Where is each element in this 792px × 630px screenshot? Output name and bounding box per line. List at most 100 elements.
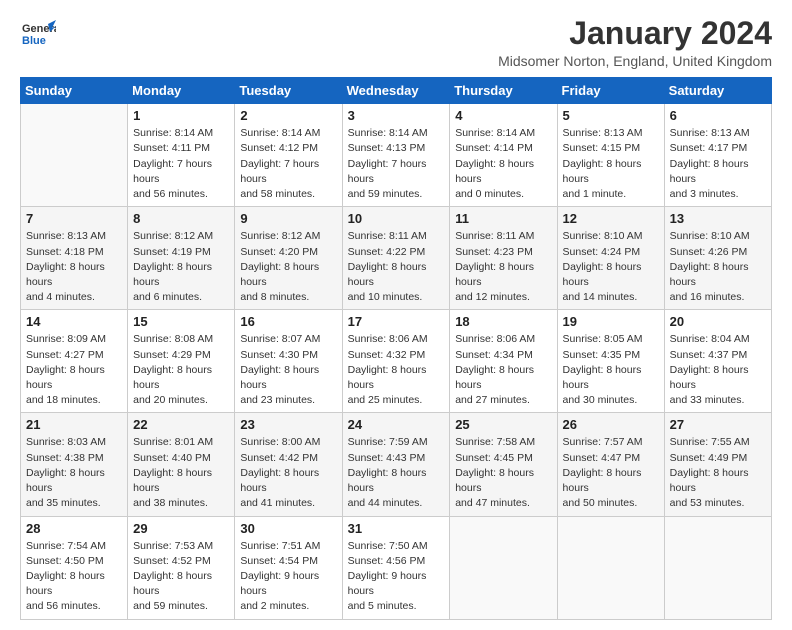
day-info: Sunrise: 8:10 AMSunset: 4:26 PMDaylight:… [670,229,766,305]
cell-w1-d2: 1 Sunrise: 8:14 AMSunset: 4:11 PMDaylight… [128,104,235,207]
day-info: Sunrise: 8:12 AMSunset: 4:19 PMDaylight:… [133,229,229,305]
day-number: 1 [133,108,229,123]
day-number: 15 [133,314,229,329]
cell-w5-d5 [450,516,557,619]
header-thursday: Thursday [450,78,557,104]
cell-w5-d2: 29Sunrise: 7:53 AMSunset: 4:52 PMDayligh… [128,516,235,619]
day-info: Sunrise: 8:05 AMSunset: 4:35 PMDaylight:… [563,332,659,408]
calendar-table: Sunday Monday Tuesday Wednesday Thursday… [20,77,772,619]
cell-w2-d4: 10Sunrise: 8:11 AMSunset: 4:22 PMDayligh… [342,207,450,310]
day-number: 11 [455,211,551,226]
cell-w3-d2: 15 Sunrise: 8:08 AMSunset: 4:29 PMDayligh… [128,310,235,413]
week-row-3: 14 Sunrise: 8:09 AMSunset: 4:27 PMDayligh… [21,310,772,413]
day-number: 9 [240,211,336,226]
day-number: 13 [670,211,766,226]
day-number: 5 [563,108,659,123]
day-number: 6 [670,108,766,123]
cell-w3-d4: 17Sunrise: 8:06 AMSunset: 4:32 PMDayligh… [342,310,450,413]
cell-w5-d1: 28 Sunrise: 7:54 AMSunset: 4:50 PMDayligh… [21,516,128,619]
day-info: Sunrise: 8:14 AMSunset: 4:11 PMDaylight:… [133,126,229,202]
cell-w5-d3: 30Sunrise: 7:51 AMSunset: 4:54 PMDayligh… [235,516,342,619]
header-wednesday: Wednesday [342,78,450,104]
cell-w1-d7: 6 Sunrise: 8:13 AMSunset: 4:17 PMDaylight… [664,104,771,207]
day-info: Sunrise: 8:09 AMSunset: 4:27 PMDaylight:… [26,332,122,408]
cell-w3-d5: 18Sunrise: 8:06 AMSunset: 4:34 PMDayligh… [450,310,557,413]
cell-w5-d6 [557,516,664,619]
cell-w5-d4: 31Sunrise: 7:50 AMSunset: 4:56 PMDayligh… [342,516,450,619]
cell-w4-d4: 24Sunrise: 7:59 AMSunset: 4:43 PMDayligh… [342,413,450,516]
day-info: Sunrise: 8:06 AMSunset: 4:34 PMDaylight:… [455,332,551,408]
calendar-header: Sunday Monday Tuesday Wednesday Thursday… [21,78,772,104]
day-info: Sunrise: 7:55 AMSunset: 4:49 PMDaylight:… [670,435,766,511]
cell-w2-d5: 11 Sunrise: 8:11 AMSunset: 4:23 PMDayligh… [450,207,557,310]
day-number: 20 [670,314,766,329]
week-row-2: 7 Sunrise: 8:13 AMSunset: 4:18 PMDaylight… [21,207,772,310]
day-info: Sunrise: 8:08 AMSunset: 4:29 PMDaylight:… [133,332,229,408]
weekday-header-row: Sunday Monday Tuesday Wednesday Thursday… [21,78,772,104]
day-number: 24 [348,417,445,432]
cell-w2-d7: 13 Sunrise: 8:10 AMSunset: 4:26 PMDayligh… [664,207,771,310]
day-number: 28 [26,521,122,536]
day-info: Sunrise: 7:50 AMSunset: 4:56 PMDaylight:… [348,539,445,615]
day-number: 14 [26,314,122,329]
day-number: 26 [563,417,659,432]
cell-w3-d1: 14 Sunrise: 8:09 AMSunset: 4:27 PMDayligh… [21,310,128,413]
week-row-4: 21Sunrise: 8:03 AMSunset: 4:38 PMDayligh… [21,413,772,516]
day-number: 12 [563,211,659,226]
cell-w1-d1 [21,104,128,207]
day-info: Sunrise: 7:54 AMSunset: 4:50 PMDaylight:… [26,539,122,615]
day-info: Sunrise: 8:12 AMSunset: 4:20 PMDaylight:… [240,229,336,305]
day-number: 25 [455,417,551,432]
day-info: Sunrise: 7:53 AMSunset: 4:52 PMDaylight:… [133,539,229,615]
header-friday: Friday [557,78,664,104]
header: General Blue January 2024 Midsomer Norto… [20,16,772,69]
day-number: 7 [26,211,122,226]
day-info: Sunrise: 8:06 AMSunset: 4:32 PMDaylight:… [348,332,445,408]
day-info: Sunrise: 8:07 AMSunset: 4:30 PMDaylight:… [240,332,336,408]
cell-w3-d7: 20Sunrise: 8:04 AMSunset: 4:37 PMDayligh… [664,310,771,413]
cell-w2-d2: 8 Sunrise: 8:12 AMSunset: 4:19 PMDaylight… [128,207,235,310]
logo: General Blue [20,16,56,52]
day-info: Sunrise: 7:57 AMSunset: 4:47 PMDaylight:… [563,435,659,511]
week-row-5: 28 Sunrise: 7:54 AMSunset: 4:50 PMDayligh… [21,516,772,619]
day-info: Sunrise: 8:01 AMSunset: 4:40 PMDaylight:… [133,435,229,511]
day-info: Sunrise: 8:14 AMSunset: 4:13 PMDaylight:… [348,126,445,202]
cell-w5-d7 [664,516,771,619]
day-number: 10 [348,211,445,226]
day-info: Sunrise: 8:14 AMSunset: 4:12 PMDaylight:… [240,126,336,202]
cell-w4-d2: 22 Sunrise: 8:01 AMSunset: 4:40 PMDayligh… [128,413,235,516]
title-block: January 2024 Midsomer Norton, England, U… [498,16,772,69]
cell-w3-d3: 16 Sunrise: 8:07 AMSunset: 4:30 PMDayligh… [235,310,342,413]
day-number: 2 [240,108,336,123]
day-number: 27 [670,417,766,432]
svg-text:Blue: Blue [22,35,46,47]
day-info: Sunrise: 8:03 AMSunset: 4:38 PMDaylight:… [26,435,122,511]
header-saturday: Saturday [664,78,771,104]
cell-w2-d1: 7 Sunrise: 8:13 AMSunset: 4:18 PMDaylight… [21,207,128,310]
cell-w4-d5: 25 Sunrise: 7:58 AMSunset: 4:45 PMDayligh… [450,413,557,516]
header-tuesday: Tuesday [235,78,342,104]
day-info: Sunrise: 8:11 AMSunset: 4:23 PMDaylight:… [455,229,551,305]
header-sunday: Sunday [21,78,128,104]
logo-icon: General Blue [20,16,56,52]
cell-w4-d6: 26 Sunrise: 7:57 AMSunset: 4:47 PMDayligh… [557,413,664,516]
page: General Blue January 2024 Midsomer Norto… [0,0,792,630]
day-info: Sunrise: 8:14 AMSunset: 4:14 PMDaylight:… [455,126,551,202]
day-number: 19 [563,314,659,329]
day-info: Sunrise: 7:58 AMSunset: 4:45 PMDaylight:… [455,435,551,511]
day-number: 30 [240,521,336,536]
day-info: Sunrise: 8:10 AMSunset: 4:24 PMDaylight:… [563,229,659,305]
day-number: 22 [133,417,229,432]
day-info: Sunrise: 8:00 AMSunset: 4:42 PMDaylight:… [240,435,336,511]
calendar-body: 1 Sunrise: 8:14 AMSunset: 4:11 PMDaylight… [21,104,772,619]
cell-w1-d6: 5Sunrise: 8:13 AMSunset: 4:15 PMDaylight… [557,104,664,207]
cell-w4-d3: 23 Sunrise: 8:00 AMSunset: 4:42 PMDayligh… [235,413,342,516]
day-number: 16 [240,314,336,329]
day-info: Sunrise: 8:13 AMSunset: 4:17 PMDaylight:… [670,126,766,202]
day-number: 23 [240,417,336,432]
day-info: Sunrise: 8:13 AMSunset: 4:18 PMDaylight:… [26,229,122,305]
day-number: 8 [133,211,229,226]
week-row-1: 1 Sunrise: 8:14 AMSunset: 4:11 PMDaylight… [21,104,772,207]
cell-w2-d6: 12 Sunrise: 8:10 AMSunset: 4:24 PMDayligh… [557,207,664,310]
day-number: 4 [455,108,551,123]
